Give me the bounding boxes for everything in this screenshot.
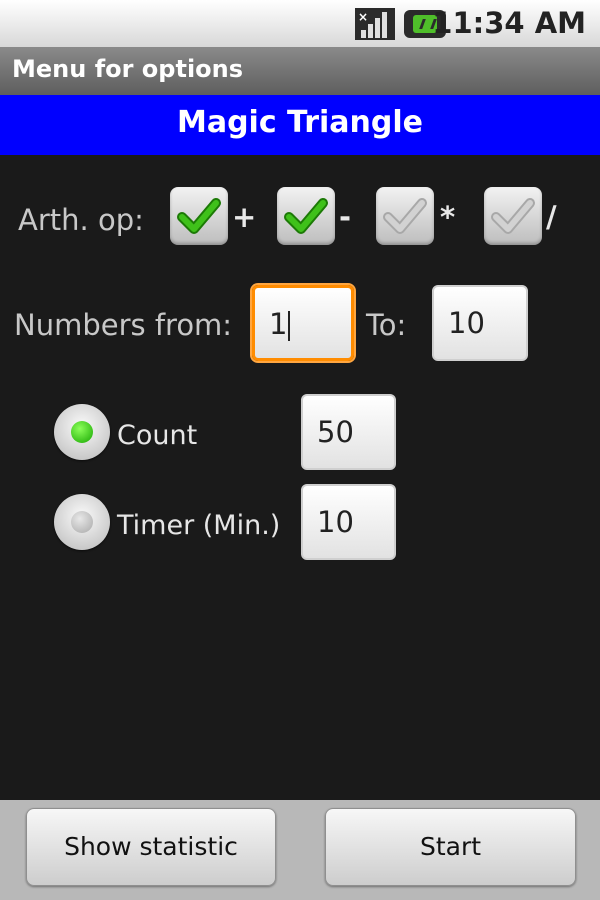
text-caret bbox=[288, 311, 291, 341]
arith-op-label: Arth. op: bbox=[18, 203, 144, 237]
numbers-from-label: Numbers from: bbox=[14, 308, 233, 342]
start-button[interactable]: Start bbox=[325, 808, 576, 886]
checkmark-icon bbox=[177, 198, 221, 234]
checkbox-subtract[interactable] bbox=[277, 187, 335, 245]
count-value: 50 bbox=[317, 415, 354, 449]
checkmark-icon bbox=[491, 198, 535, 234]
checkmark-icon bbox=[383, 198, 427, 234]
numbers-to-label: To: bbox=[366, 308, 407, 342]
count-radio[interactable] bbox=[54, 404, 110, 460]
checkbox-multiply[interactable] bbox=[376, 187, 434, 245]
status-bar: × 11:34 AM bbox=[0, 0, 600, 47]
radio-indicator bbox=[71, 421, 93, 443]
app-title: Magic Triangle bbox=[176, 105, 424, 140]
checkbox-divide[interactable] bbox=[484, 187, 542, 245]
timer-radio[interactable] bbox=[54, 494, 110, 550]
numbers-to-value: 10 bbox=[448, 306, 485, 340]
numbers-from-input[interactable]: 1 bbox=[252, 285, 354, 361]
checkmark-icon bbox=[284, 198, 328, 234]
signal-icon: × bbox=[355, 8, 395, 40]
op-multiply-symbol: * bbox=[440, 200, 456, 234]
checkbox-add[interactable] bbox=[170, 187, 228, 245]
timer-label: Timer (Min.) bbox=[117, 510, 281, 541]
op-divide-symbol: / bbox=[546, 200, 557, 234]
status-time: 11:34 AM bbox=[432, 6, 586, 40]
count-input[interactable]: 50 bbox=[301, 394, 396, 470]
title-bar: Menu for options bbox=[0, 47, 600, 95]
count-label: Count bbox=[117, 420, 198, 451]
numbers-to-input[interactable]: 10 bbox=[432, 285, 528, 361]
svg-text:×: × bbox=[358, 10, 368, 24]
timer-input[interactable]: 10 bbox=[301, 484, 396, 560]
window-title: Menu for options bbox=[12, 55, 244, 83]
numbers-from-value: 1 bbox=[269, 307, 288, 341]
radio-indicator bbox=[71, 511, 93, 533]
timer-value: 10 bbox=[317, 505, 354, 539]
op-subtract-symbol: - bbox=[339, 200, 352, 234]
app-header: Magic Triangle bbox=[0, 95, 600, 155]
op-add-symbol: + bbox=[232, 200, 257, 234]
show-statistic-button[interactable]: Show statistic bbox=[26, 808, 276, 886]
